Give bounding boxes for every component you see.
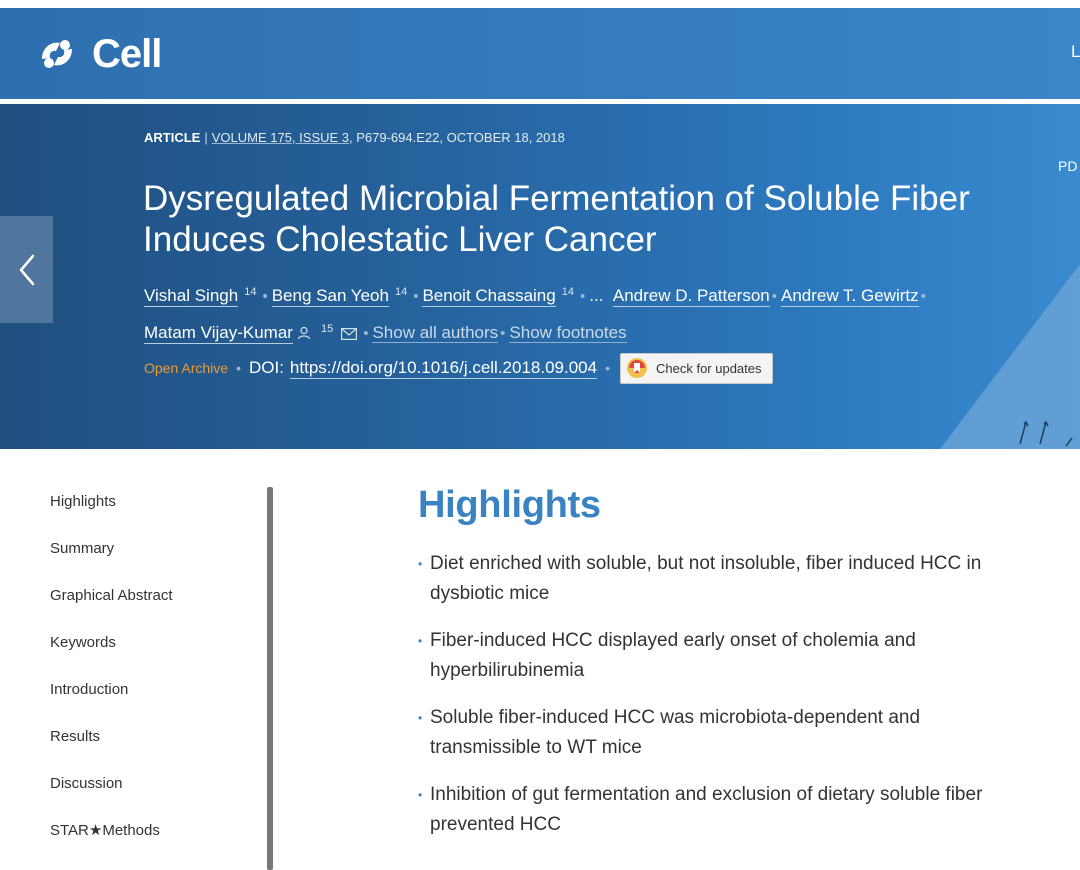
doi-label: DOI: [248,358,284,377]
toc-item-summary[interactable]: Summary [50,532,265,579]
author-affiliation[interactable]: 14 [244,286,256,298]
person-icon [297,326,311,340]
separator-dot: • [262,288,268,305]
author-list: Vishal Singh 14 • Beng San Yeoh 14 • Benoit Ch… [144,276,1044,350]
separator-dot: • [920,288,926,305]
toc-item-graphical-abstract[interactable]: Graphical Abstract [50,579,265,626]
author-link[interactable]: Benoit Chassaing [422,286,556,307]
check-for-updates-button[interactable]: Check for updates [620,352,773,384]
header-right-link[interactable]: L [1071,42,1080,62]
highlight-item: Soluble fiber-induced HCC was microbiota… [418,703,1008,763]
author-affiliation[interactable]: 14 [395,286,407,298]
article-title: Dysregulated Microbial Fermentation of S… [143,178,1043,260]
toc-item-introduction[interactable]: Introduction [50,673,265,720]
site-header: Cell L [0,0,1080,104]
highlight-item: Fiber-induced HCC displayed early onset … [418,626,1008,686]
meta-separator: | [204,130,208,145]
title-line-2: Induces Cholestatic Liver Cancer [143,220,657,259]
title-line-1: Dysregulated Microbial Fermentation of S… [143,179,970,218]
author-affiliation[interactable]: 14 [562,286,574,298]
open-archive-label[interactable]: Open Archive [144,360,228,376]
article-outline-nav: Highlights Summary Graphical Abstract Ke… [50,485,265,861]
toc-item-results[interactable]: Results [50,720,265,767]
separator-dot: • [605,360,610,376]
highlight-item: Diet enriched with soluble, but not inso… [418,549,1008,609]
toc-item-star-methods[interactable]: STAR★Methods [50,814,265,861]
volume-issue-link[interactable]: VOLUME 175, ISSUE 3 [212,130,349,145]
author-link[interactable]: Andrew T. Gewirtz [781,286,919,307]
pdf-link[interactable]: PD [1058,158,1077,174]
toc-scrollbar[interactable] [267,487,273,870]
pages-date: , P679-694.E22, OCTOBER 18, 2018 [349,130,565,145]
separator-dot: • [579,288,586,305]
cell-logo[interactable]: Cell [36,32,162,76]
section-heading-highlights: Highlights [418,484,601,526]
header-band [0,8,1080,99]
separator-dot: • [413,288,419,305]
toc-item-discussion[interactable]: Discussion [50,767,265,814]
article-content: Highlights Diet enriched with soluble, b… [418,483,1018,857]
check-for-updates-label: Check for updates [656,360,762,376]
article-type: ARTICLE [144,130,201,145]
author-affiliation[interactable]: 15 [321,323,333,335]
author-link[interactable]: Beng San Yeoh [271,286,389,307]
toc-item-keywords[interactable]: Keywords [50,626,265,673]
separator-dot: • [771,288,777,305]
crossmark-icon [627,358,647,378]
highlight-item: Inhibition of gut fermentation and exclu… [418,780,1008,840]
show-footnotes-link[interactable]: Show footnotes [509,323,627,343]
author-link[interactable]: Vishal Singh [144,286,239,307]
article-hero: PD ARTICLE | VOLUME 175, ISSUE 3, P679-694… [0,104,1080,449]
authors-ellipsis: ... [589,286,604,305]
doi-link[interactable]: https://doi.org/10.1016/j.cell.2018.09.0… [289,358,598,379]
separator-dot: • [236,360,241,376]
author-link[interactable]: Matam Vijay-Kumar [144,323,293,344]
highlights-list: Diet enriched with soluble, but not inso… [418,549,1018,840]
logo-text: Cell [92,32,162,76]
separator-dot: • [500,325,506,342]
email-icon[interactable] [341,328,358,340]
author-link[interactable]: Andrew D. Patterson [612,286,770,307]
toc-item-highlights[interactable]: Highlights [50,485,265,532]
article-meta: ARTICLE | VOLUME 175, ISSUE 3, P679-694.E2… [144,130,565,145]
doi-line: Open Archive • DOI: https://doi.org/10.1… [144,352,773,384]
chevron-left-icon [19,254,34,285]
separator-dot: • [363,325,369,342]
previous-article-button[interactable] [0,216,53,323]
cell-logo-icon [42,40,72,68]
show-all-authors-link[interactable]: Show all authors [372,323,499,343]
